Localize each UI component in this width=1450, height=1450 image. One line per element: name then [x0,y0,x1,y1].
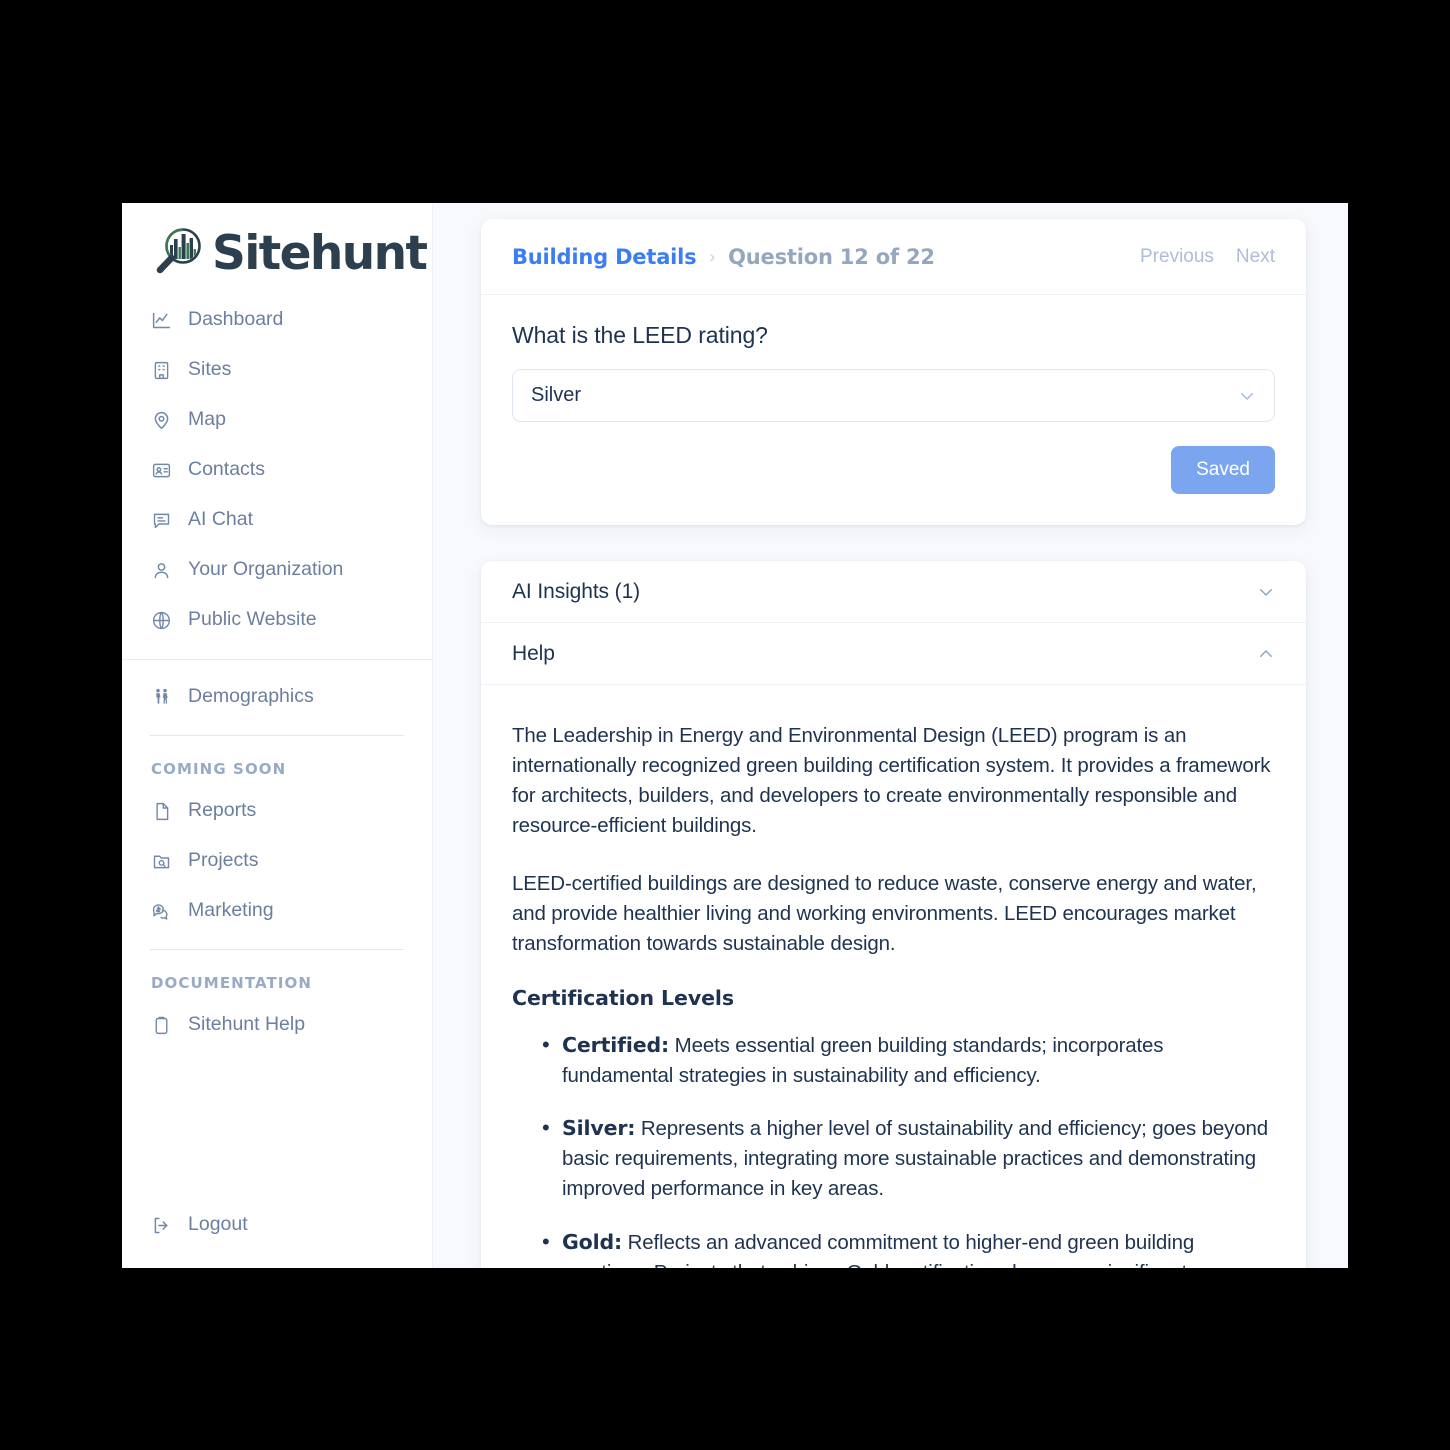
sidebar-item-sites[interactable]: Sites [122,345,432,395]
next-button[interactable]: Next [1236,246,1275,268]
sidebar-item-dashboard[interactable]: Dashboard [122,295,432,345]
logout-label: Logout [188,1213,248,1236]
list-item: Certified: Meets essential green buildin… [512,1029,1275,1091]
folder-search-icon [151,851,172,872]
select-selected-value: Silver [531,384,582,406]
map-pin-icon [151,410,172,431]
contact-card-icon [151,460,172,481]
sidebar-item-public-website[interactable]: Public Website [122,595,432,645]
level-description: Reflects an advanced commitment to highe… [562,1230,1195,1269]
previous-button[interactable]: Previous [1140,246,1214,268]
sidebar-item-your-organization[interactable]: Your Organization [122,545,432,595]
sidebar-item-label: Public Website [188,608,317,631]
accordion-card: AI Insights (1) Help The Leadership in E… [481,561,1306,1268]
chevron-down-icon [1257,583,1275,601]
breadcrumb-separator-icon: › [709,246,716,266]
logout-arrow-icon [151,1215,172,1236]
breadcrumb: Building Details › Question 12 of 22 [512,245,935,269]
sidebar-item-ai-chat[interactable]: AI Chat [122,495,432,545]
coming-soon-heading: COMING SOON [151,760,287,778]
coming-soon-nav: Reports Projects Marketing [122,786,432,936]
sidebar-item-map[interactable]: Map [122,395,432,445]
sidebar-item-label: Your Organization [188,558,344,581]
sidebar-item-reports[interactable]: Reports [122,786,432,836]
level-term: Silver: [562,1116,636,1141]
sidebar-item-marketing[interactable]: Marketing [122,886,432,936]
logout-button[interactable]: Logout [122,1200,432,1250]
save-button[interactable]: Saved [1171,446,1275,494]
sidebar-item-label: Demographics [188,685,314,708]
sidebar-item-demographics[interactable]: Demographics [122,672,432,722]
sidebar-item-label: AI Chat [188,508,254,531]
breadcrumb-bar: Building Details › Question 12 of 22 Pre… [481,219,1306,295]
certification-levels-list: Certified: Meets essential green buildin… [512,1029,1275,1269]
sidebar-item-label: Contacts [188,458,265,481]
brand-logo[interactable]: Sitehunt [122,203,432,281]
chevron-down-icon [1238,387,1256,405]
documentation-nav: Sitehunt Help [122,1000,432,1050]
primary-nav: Dashboard Sites Map Contacts AI Chat You… [122,281,432,645]
ai-insights-title: AI Insights (1) [512,579,641,603]
help-accordion-header[interactable]: Help [481,623,1306,685]
sidebar-item-label: Sites [188,358,232,381]
sidebar-item-sitehunt-help[interactable]: Sitehunt Help [122,1000,432,1050]
breadcrumb-current: Question 12 of 22 [728,244,935,269]
chart-line-icon [151,310,172,331]
money-chat-icon [151,901,172,922]
magnifier-skyline-icon [150,225,206,281]
leed-rating-select[interactable]: Silver [512,369,1275,422]
question-text: What is the LEED rating? [512,322,768,348]
ai-insights-accordion-header[interactable]: AI Insights (1) [481,561,1306,623]
main-content: Building Details › Question 12 of 22 Pre… [433,203,1348,1268]
certification-levels-heading: Certification Levels [512,985,734,1010]
level-description: Represents a higher level of sustainabil… [562,1117,1269,1201]
app-viewport: Sitehunt Dashboard Sites Map Contacts AI… [122,203,1348,1268]
list-item: Gold: Reflects an advanced commitment to… [512,1225,1275,1269]
help-title: Help [512,641,555,665]
sidebar-item-label: Projects [188,849,259,872]
sidebar-item-label: Marketing [188,899,274,922]
breadcrumb-link-building-details[interactable]: Building Details [512,245,697,269]
help-accordion-body: The Leadership in Energy and Environment… [481,685,1306,1268]
sidebar: Sitehunt Dashboard Sites Map Contacts AI… [122,203,433,1268]
help-paragraph-1: The Leadership in Energy and Environment… [512,724,1271,838]
document-icon [151,801,172,822]
sidebar-item-label: Dashboard [188,308,284,331]
brand-name: Sitehunt [212,225,428,281]
building-icon [151,360,172,381]
globe-icon [151,610,172,631]
chat-bubble-icon [151,510,172,531]
sidebar-item-label: Reports [188,799,257,822]
documentation-heading: DOCUMENTATION [151,974,313,992]
clipboard-icon [151,1015,172,1036]
question-actions: Saved [512,446,1275,494]
level-term: Gold: [562,1229,623,1254]
list-item: Silver: Represents a higher level of sus… [512,1112,1275,1204]
sidebar-item-contacts[interactable]: Contacts [122,445,432,495]
chevron-up-icon [1257,645,1275,663]
two-people-icon [151,687,172,708]
question-card: Building Details › Question 12 of 22 Pre… [481,219,1306,525]
person-icon [151,560,172,581]
sidebar-item-projects[interactable]: Projects [122,836,432,886]
sidebar-item-label: Sitehunt Help [188,1013,306,1036]
sidebar-divider [122,659,432,660]
question-body: What is the LEED rating? Silver Saved [481,295,1306,525]
logout-section: Logout [122,1200,432,1250]
help-paragraph-2: LEED-certified buildings are designed to… [512,871,1257,955]
level-term: Certified: [562,1032,670,1057]
sidebar-item-label: Map [188,408,226,431]
secondary-nav: Demographics [122,672,432,722]
question-nav-links: Previous Next [1140,246,1275,268]
